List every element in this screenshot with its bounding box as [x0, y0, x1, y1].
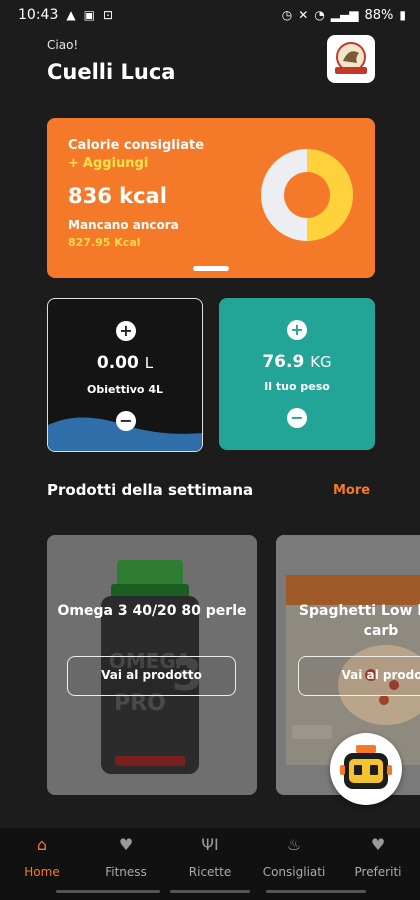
plus-icon: +: [68, 156, 79, 171]
notification-icon: ▲: [66, 8, 76, 22]
calorie-value: 836 kcal: [68, 184, 167, 208]
screenshot-icon: ⊡: [102, 8, 113, 22]
nav-label: Ricette: [188, 865, 232, 879]
nav-ricette[interactable]: ΨI Ricette: [170, 835, 250, 879]
calorie-title: Calorie consigliate: [68, 138, 205, 153]
water-value: 0.00: [96, 353, 139, 373]
gesture-bar: [170, 890, 250, 893]
water-plus-button[interactable]: +: [116, 321, 136, 341]
greeting: Ciao!: [47, 38, 79, 52]
go-to-product-button[interactable]: Vai al prodotto: [67, 656, 236, 696]
calorie-donut-chart: [261, 149, 353, 241]
nav-label: Consigliati: [262, 865, 326, 879]
signal-icon: ▂▄▆: [330, 8, 359, 22]
add-calories-label: Aggiungi: [82, 156, 149, 171]
image-icon: ▣: [83, 8, 95, 22]
user-name: Cuelli Luca: [47, 60, 176, 84]
battery-percent: 88%: [364, 7, 394, 23]
water-card: + 0.00 L Obiettivo 4L −: [47, 298, 203, 452]
weight-value: 76.9: [262, 352, 305, 372]
battery-icon: ▮: [399, 8, 406, 22]
weight-value-row: 76.9 KG: [219, 352, 375, 372]
card-pager-indicator: [193, 266, 229, 271]
nav-label: Home: [24, 865, 60, 879]
water-minus-button[interactable]: −: [116, 411, 136, 431]
water-unit: L: [144, 354, 154, 372]
products-section-title: Prodotti della settimana: [47, 481, 254, 499]
heart-icon: ♥: [370, 835, 386, 854]
water-value-row: 0.00 L: [48, 353, 202, 373]
mascot-chat-button[interactable]: [330, 733, 402, 805]
cutlery-icon: ΨI: [201, 835, 219, 854]
nav-home[interactable]: ⌂ Home: [2, 835, 82, 879]
more-link[interactable]: More: [333, 483, 370, 498]
brand-logo-icon: [331, 39, 371, 79]
home-icon: ⌂: [36, 835, 48, 854]
weight-plus-button[interactable]: +: [287, 320, 307, 340]
bottom-navigation: ⌂ Home ♥ Fitness ΨI Ricette ♨ Consigliat…: [0, 828, 420, 900]
product-title: Omega 3 40/20 80 perle: [57, 603, 247, 619]
go-to-product-button[interactable]: Vai al prodo: [298, 656, 420, 696]
product-title: Spaghetti Low basso carb: [298, 603, 420, 639]
calorie-card[interactable]: Calorie consigliate + Aggiungi 836 kcal …: [47, 118, 375, 278]
flame-icon: ♨: [286, 835, 302, 854]
status-bar: 10:43 ▲ ▣ ⊡ ◷ ✕ ◔ ▂▄▆ 88% ▮: [0, 0, 420, 30]
status-time: 10:43: [18, 7, 59, 23]
add-calories-button[interactable]: + Aggiungi: [68, 156, 148, 171]
remaining-value: 827.95 Kcal: [68, 236, 141, 249]
nav-fitness[interactable]: ♥ Fitness: [86, 835, 166, 879]
weight-label: Il tuo peso: [264, 380, 330, 393]
gesture-bar: [56, 890, 160, 893]
remaining-label: Mancano ancora: [68, 218, 179, 232]
weight-card: + 76.9 KG Il tuo peso −: [219, 298, 375, 450]
product-card[interactable]: OMEGA 3 PRO Omega 3 40/20 80 perle Vai a…: [47, 535, 257, 795]
water-goal-label: Obiettivo 4L: [87, 383, 163, 396]
weight-minus-button[interactable]: −: [287, 408, 307, 428]
wifi-icon: ◔: [314, 8, 325, 22]
mute-icon: ✕: [298, 8, 309, 22]
nav-label: Preferiti: [354, 865, 402, 879]
weight-unit: KG: [310, 353, 332, 371]
donut-hole: [284, 172, 330, 218]
alarm-icon: ◷: [281, 8, 293, 22]
heart-pulse-icon: ♥: [118, 835, 134, 854]
nav-consigliati[interactable]: ♨ Consigliati: [254, 835, 334, 879]
nav-label: Fitness: [105, 865, 147, 879]
profile-avatar[interactable]: [327, 35, 375, 83]
gesture-bar: [266, 890, 366, 893]
nav-preferiti[interactable]: ♥ Preferiti: [338, 835, 418, 879]
robot-mascot-icon: [340, 745, 392, 789]
